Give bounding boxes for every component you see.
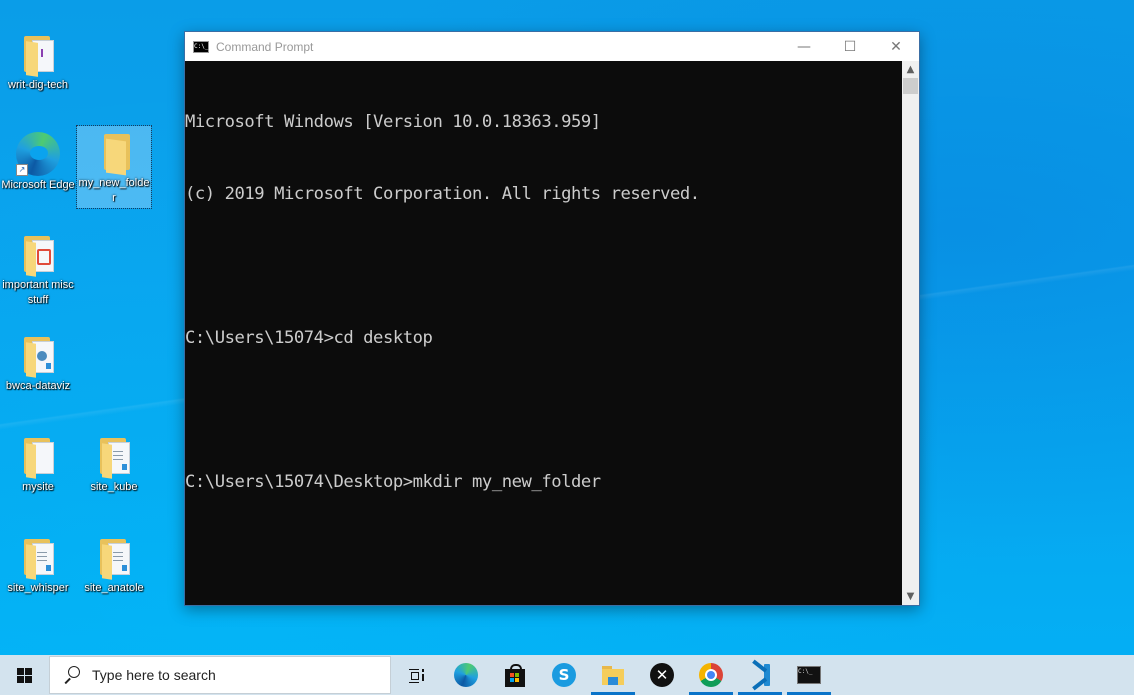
desktop-icon-writ-dig-tech[interactable]: writ-dig-tech bbox=[1, 28, 75, 93]
desktop-icon-bwca-dataviz[interactable]: bwca-dataviz bbox=[1, 329, 75, 394]
taskbar-skype[interactable]: S bbox=[540, 655, 588, 695]
title-bar[interactable]: C:\_ Command Prompt — ☐ ✕ bbox=[185, 32, 919, 61]
chrome-icon bbox=[699, 663, 723, 687]
minimize-icon: — bbox=[797, 38, 811, 55]
desktop-icon-label: my_new_folder bbox=[78, 177, 150, 204]
desktop-icon-important-misc-stuff[interactable]: important misc stuff bbox=[1, 228, 75, 308]
desktop-icon-site-anatole[interactable]: site_anatole bbox=[77, 531, 151, 596]
chevron-up-icon: ▲ bbox=[906, 64, 915, 75]
minimize-button[interactable]: — bbox=[781, 32, 827, 61]
skype-icon: S bbox=[552, 663, 576, 687]
console-line: C:\Users\15074>cd desktop bbox=[185, 328, 433, 348]
desktop-icon-microsoft-edge[interactable]: ↗ Microsoft Edge bbox=[1, 128, 75, 193]
taskbar-store[interactable] bbox=[491, 655, 539, 695]
taskbar-command-prompt[interactable]: C:\_ bbox=[785, 655, 833, 695]
folder-icon bbox=[18, 232, 58, 277]
taskbar-edge[interactable] bbox=[442, 655, 490, 695]
desktop-icon-site-whisper[interactable]: site_whisper bbox=[1, 531, 75, 596]
console-line: Microsoft Windows [Version 10.0.18363.95… bbox=[185, 112, 601, 132]
console-line: ​ bbox=[185, 542, 902, 566]
console-output[interactable]: Microsoft Windows [Version 10.0.18363.95… bbox=[185, 61, 902, 605]
edge-icon bbox=[454, 663, 478, 687]
vertical-scrollbar[interactable]: ▲ ▼ bbox=[902, 61, 919, 605]
folder-icon bbox=[18, 535, 58, 580]
search-icon bbox=[62, 666, 80, 684]
desktop-icon-label: important misc stuff bbox=[2, 279, 74, 306]
console-line: C:\Users\15074\Desktop>mkdir my_new_fold… bbox=[185, 472, 601, 492]
window-title: Command Prompt bbox=[216, 39, 314, 54]
console-line: (c) 2019 Microsoft Corporation. All righ… bbox=[185, 184, 700, 204]
command-prompt-icon: C:\_ bbox=[797, 666, 821, 684]
search-placeholder: Type here to search bbox=[92, 667, 216, 683]
command-prompt-window[interactable]: C:\_ Command Prompt — ☐ ✕ Microsoft Wind… bbox=[184, 31, 920, 606]
search-box[interactable]: Type here to search bbox=[49, 656, 391, 694]
task-view-icon bbox=[404, 663, 428, 687]
desktop-icon-label: site_anatole bbox=[84, 582, 144, 594]
vscode-icon bbox=[748, 659, 772, 691]
taskbar-task-view[interactable] bbox=[392, 655, 440, 695]
scroll-up-button[interactable]: ▲ bbox=[902, 61, 919, 78]
scrollbar-thumb[interactable] bbox=[903, 78, 918, 94]
folder-icon bbox=[94, 434, 134, 479]
desktop-icon-my-new-folder[interactable]: my_new_folder bbox=[76, 125, 152, 209]
store-icon bbox=[503, 663, 527, 687]
desktop-icon-label: bwca-dataviz bbox=[5, 380, 71, 392]
desktop-icon-label: site_whisper bbox=[7, 582, 69, 594]
desktop-icon-label: Microsoft Edge bbox=[1, 179, 75, 191]
console-line: ​ bbox=[185, 254, 902, 278]
shortcut-arrow-icon: ↗ bbox=[16, 164, 28, 176]
taskbar-file-explorer[interactable] bbox=[589, 655, 637, 695]
close-button[interactable]: ✕ bbox=[873, 32, 919, 61]
folder-icon bbox=[18, 333, 58, 378]
file-explorer-icon bbox=[601, 663, 625, 687]
taskbar: Type here to search S ✕ C:\_ bbox=[0, 655, 1134, 695]
desktop-icon-site-kube[interactable]: site_kube bbox=[77, 430, 151, 495]
folder-icon bbox=[94, 130, 134, 176]
desktop-icon-label: mysite bbox=[22, 481, 54, 493]
scroll-down-button[interactable]: ▼ bbox=[902, 588, 919, 605]
maximize-button[interactable]: ☐ bbox=[827, 32, 873, 61]
desktop-icon-label: writ-dig-tech bbox=[8, 79, 68, 91]
close-icon: ✕ bbox=[890, 38, 902, 55]
desktop-icon-mysite[interactable]: mysite bbox=[1, 430, 75, 495]
xbox-icon: ✕ bbox=[650, 663, 674, 687]
folder-icon bbox=[94, 535, 134, 580]
start-button[interactable] bbox=[0, 655, 48, 695]
chevron-down-icon: ▼ bbox=[906, 591, 915, 602]
taskbar-xbox[interactable]: ✕ bbox=[638, 655, 686, 695]
taskbar-chrome[interactable] bbox=[687, 655, 735, 695]
cmd-icon: C:\_ bbox=[193, 40, 209, 53]
desktop-icon-label: site_kube bbox=[90, 481, 138, 493]
console-line: ​ bbox=[185, 398, 902, 422]
windows-logo-icon bbox=[16, 667, 32, 683]
maximize-icon: ☐ bbox=[843, 38, 857, 55]
taskbar-vscode[interactable] bbox=[736, 655, 784, 695]
edge-icon: ↗ bbox=[16, 132, 60, 176]
folder-icon bbox=[18, 434, 58, 479]
folder-icon bbox=[18, 32, 58, 77]
